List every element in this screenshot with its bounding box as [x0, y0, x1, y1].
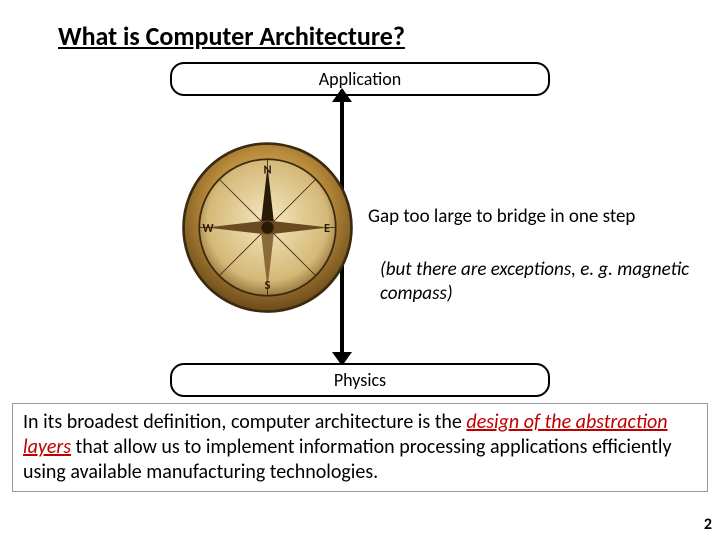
- definition-post: that allow us to implement information p…: [23, 435, 672, 484]
- gap-arrow-up-icon: [332, 88, 352, 102]
- slide-title: What is Computer Architecture?: [58, 20, 405, 52]
- box-physics: Physics: [170, 363, 550, 397]
- page-number: 2: [704, 515, 712, 534]
- gap-caption: Gap too large to bridge in one step: [368, 205, 688, 229]
- svg-text:E: E: [324, 221, 330, 236]
- gap-subcaption: (but there are exceptions, e. g. magneti…: [380, 258, 690, 306]
- svg-text:W: W: [202, 221, 214, 236]
- definition-box: In its broadest definition, computer arc…: [12, 403, 708, 492]
- svg-text:N: N: [263, 162, 271, 177]
- box-application: Application: [170, 62, 550, 96]
- definition-pre: In its broadest definition, computer arc…: [23, 410, 466, 434]
- svg-text:S: S: [265, 278, 271, 293]
- compass-icon: N S W E: [180, 140, 355, 315]
